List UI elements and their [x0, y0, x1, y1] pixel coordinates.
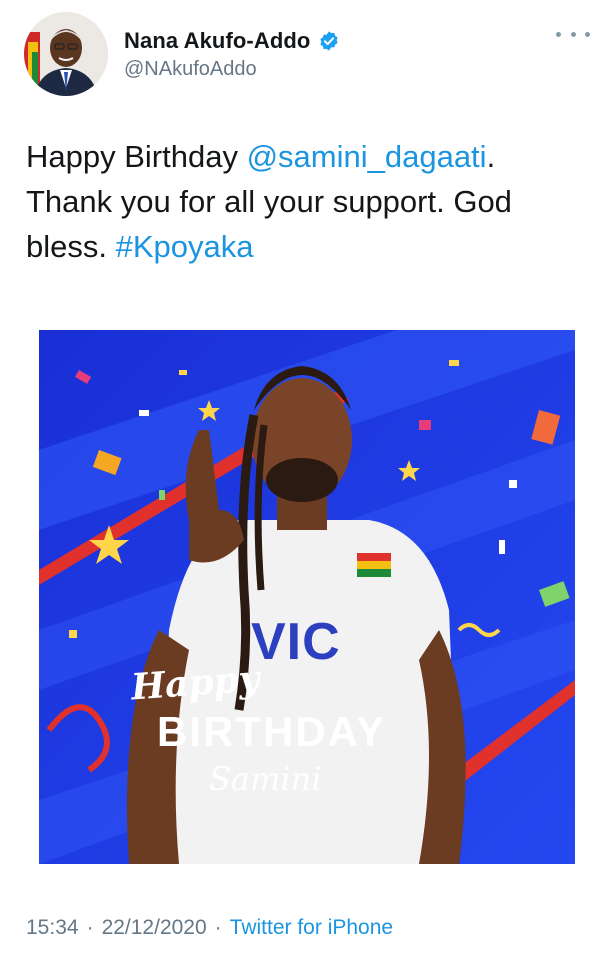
tweet-footer: 15:34 · 22/12/2020 · Twitter for iPhone [26, 916, 393, 940]
tweet-date[interactable]: 22/12/2020 [102, 916, 207, 940]
birthday-text: BIRTHDAY [157, 708, 387, 755]
tweet-text: Happy Birthday @samini_dagaati. Thank yo… [26, 134, 586, 269]
avatar[interactable] [24, 12, 108, 96]
verified-badge-icon [318, 30, 340, 52]
mention-link[interactable]: @samini_dagaati [247, 139, 487, 174]
happy-text: Happy [129, 657, 261, 709]
samini-text: Samini [209, 760, 322, 798]
tweet-source-link[interactable]: Twitter for iPhone [230, 916, 393, 940]
user-name-row[interactable]: Nana Akufo-Addo [124, 28, 340, 54]
separator: · [214, 916, 222, 939]
hashtag-link[interactable]: #Kpoyaka [116, 229, 254, 264]
user-handle[interactable]: @NAkufoAddo [124, 58, 257, 81]
profile-photo-icon [24, 12, 108, 96]
separator: · [86, 916, 94, 939]
tweet-media-image[interactable]: VIC Happy BIRTHDAY Samini [39, 330, 575, 864]
display-name[interactable]: Nana Akufo-Addo [124, 28, 310, 54]
more-options-icon[interactable] [556, 24, 590, 44]
shirt-text: VIC [251, 613, 341, 671]
tweet-text-part1: Happy Birthday [26, 139, 247, 174]
tweet-time[interactable]: 15:34 [26, 916, 79, 940]
